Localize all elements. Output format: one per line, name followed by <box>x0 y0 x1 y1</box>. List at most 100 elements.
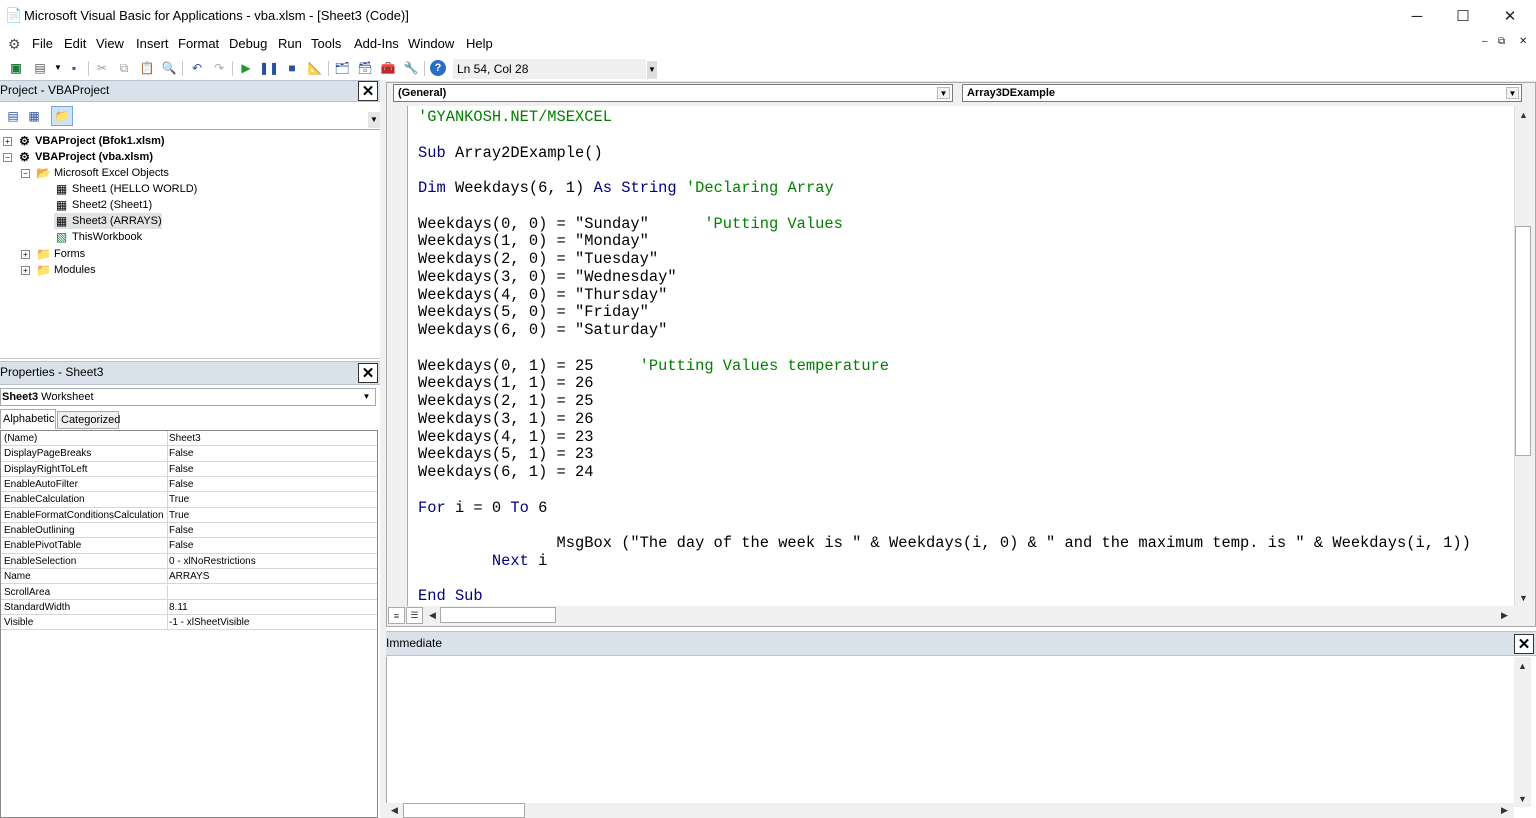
mdi-restore-button[interactable]: ⧉ <box>1498 36 1505 47</box>
property-value[interactable]: False <box>169 523 193 538</box>
property-value[interactable]: ARRAYS <box>169 569 209 584</box>
immediate-vertical-scrollbar[interactable]: ▲ ▼ <box>1514 657 1531 807</box>
tab-categorized[interactable]: Categorized <box>57 411 120 429</box>
scroll-right-icon[interactable]: ▶ <box>1496 607 1513 624</box>
view-object-icon[interactable]: ▦ <box>26 108 42 124</box>
scroll-down-icon[interactable]: ▼ <box>1514 790 1531 807</box>
menu-insert[interactable]: Insert <box>136 36 169 51</box>
tree-expander[interactable]: + <box>21 250 30 259</box>
property-value[interactable]: True <box>169 492 189 507</box>
property-row[interactable]: EnableCalculation True <box>1 492 377 508</box>
mdi-close-button[interactable]: ✕ <box>1519 36 1527 47</box>
property-value[interactable]: -1 - xlSheetVisible <box>169 615 249 630</box>
immediate-input[interactable] <box>386 657 1514 803</box>
tree-item-sheet1[interactable]: ▦ Sheet1 (HELLO WORLD) <box>54 181 198 197</box>
property-row[interactable]: EnableSelection 0 - xlNoRestrictions <box>1 553 377 570</box>
tree-item-vbaproject-bfok1[interactable]: ⚙ VBAProject (Bfok1.xlsm) <box>17 133 164 149</box>
cut-icon[interactable]: ✂ <box>94 60 110 76</box>
immediate-horizontal-scrollbar[interactable]: ◀ ▶ <box>386 803 1514 818</box>
full-module-view-icon[interactable]: ☰ <box>406 607 423 624</box>
help-icon[interactable]: ? <box>430 60 446 76</box>
toolbar-options-icon[interactable]: ▼ <box>647 61 657 79</box>
tree-expander[interactable]: − <box>21 169 30 178</box>
mdi-minimize-button[interactable]: – <box>1482 36 1488 47</box>
property-value[interactable]: True <box>169 508 189 523</box>
scroll-thumb[interactable] <box>440 607 556 623</box>
toggle-folders-icon[interactable]: 📁 <box>51 106 73 126</box>
tree-item-sheet2[interactable]: ▦ Sheet2 (Sheet1) <box>54 197 152 213</box>
property-value[interactable]: False <box>169 538 193 553</box>
run-icon[interactable]: ▶ <box>238 60 254 76</box>
scroll-right-icon[interactable]: ▶ <box>1496 803 1513 818</box>
menu-format[interactable]: Format <box>178 36 219 51</box>
close-button[interactable]: ✕ <box>1487 0 1533 32</box>
tab-alphabetic[interactable]: Alphabetic <box>0 409 56 429</box>
code-editor[interactable]: 'GYANKOSH.NET/MSEXCEL Sub Array2DExample(… <box>408 106 1514 606</box>
procedure-view-icon[interactable]: ≡ <box>388 607 405 624</box>
property-value[interactable]: Sheet3 <box>169 431 201 446</box>
scroll-down-icon[interactable]: ▼ <box>368 112 380 128</box>
redo-icon[interactable]: ↷ <box>211 60 227 76</box>
project-pane-close-icon[interactable]: ✕ <box>358 81 378 101</box>
menu-debug[interactable]: Debug <box>229 36 267 51</box>
code-vertical-scrollbar[interactable]: ▲ ▼ <box>1514 106 1531 606</box>
property-row[interactable]: StandardWidth 8.11 <box>1 599 377 616</box>
view-excel-icon[interactable]: ▣ <box>8 60 24 76</box>
design-mode-icon[interactable]: 📐 <box>307 60 323 76</box>
scroll-thumb[interactable] <box>1515 226 1531 456</box>
menu-edit[interactable]: Edit <box>64 36 86 51</box>
project-explorer-icon[interactable]: 🗂 <box>334 60 350 76</box>
properties-pane-close-icon[interactable]: ✕ <box>358 363 378 383</box>
scroll-left-icon[interactable]: ◀ <box>424 607 441 624</box>
tree-item-thisworkbook[interactable]: ▧ ThisWorkbook <box>54 229 142 245</box>
view-code-icon[interactable]: ▤ <box>5 108 21 124</box>
property-row[interactable]: ScrollArea <box>1 584 377 600</box>
insert-dropdown-icon[interactable]: ▼ <box>50 60 66 76</box>
property-value[interactable]: False <box>169 446 193 461</box>
property-row[interactable]: Visible -1 - xlSheetVisible <box>1 615 377 631</box>
property-row[interactable]: DisplayPageBreaks False <box>1 446 377 462</box>
tree-expander[interactable]: + <box>3 137 12 146</box>
object-browser-icon[interactable]: 🧰 <box>380 60 396 76</box>
property-row[interactable]: EnablePivotTable False <box>1 538 377 554</box>
maximize-button[interactable]: ☐ <box>1440 0 1486 32</box>
properties-window-icon[interactable]: 🗃 <box>357 60 373 76</box>
menu-help[interactable]: Help <box>466 36 493 51</box>
property-value[interactable]: False <box>169 462 193 477</box>
menu-run[interactable]: Run <box>278 36 302 51</box>
scroll-down-icon[interactable]: ▼ <box>1515 589 1532 606</box>
property-row[interactable]: (Name) Sheet3 <box>1 431 377 447</box>
tree-item-vbaproject-vba[interactable]: ⚙ VBAProject (vba.xlsm) <box>17 149 153 165</box>
menu-view[interactable]: View <box>96 36 124 51</box>
save-icon[interactable]: ▪ <box>66 60 82 76</box>
menu-window[interactable]: Window <box>408 36 454 51</box>
menu-file[interactable]: File <box>32 36 53 51</box>
undo-icon[interactable]: ↶ <box>189 60 205 76</box>
toolbox-icon[interactable]: 🔧 <box>403 60 419 76</box>
excel-icon[interactable]: ⚙ <box>8 36 25 52</box>
reset-icon[interactable]: ■ <box>284 60 300 76</box>
paste-icon[interactable]: 📋 <box>139 60 155 76</box>
property-row[interactable]: EnableAutoFilter False <box>1 477 377 493</box>
procedure-combo[interactable]: Array3DExample ▼ <box>962 84 1522 102</box>
tree-expander[interactable]: + <box>21 266 30 275</box>
menu-tools[interactable]: Tools <box>311 36 341 51</box>
minimize-button[interactable]: ─ <box>1394 0 1440 32</box>
property-value[interactable]: 0 - xlNoRestrictions <box>169 554 256 569</box>
copy-icon[interactable]: ⧉ <box>116 60 132 76</box>
property-row[interactable]: Name ARRAYS <box>1 569 377 585</box>
tree-item-excel-objects[interactable]: 📂 Microsoft Excel Objects <box>36 165 169 181</box>
object-combo[interactable]: (General) ▼ <box>393 84 953 102</box>
tree-expander[interactable]: − <box>3 153 12 162</box>
chevron-down-icon[interactable]: ▼ <box>360 391 373 403</box>
property-value[interactable]: False <box>169 477 193 492</box>
property-value[interactable]: 8.11 <box>169 600 188 615</box>
property-row[interactable]: EnableOutlining False <box>1 523 377 539</box>
menu-addins[interactable]: Add-Ins <box>354 36 399 51</box>
immediate-close-icon[interactable]: ✕ <box>1514 634 1534 654</box>
tree-item-modules[interactable]: 📁 Modules <box>36 262 96 278</box>
property-row[interactable]: DisplayRightToLeft False <box>1 461 377 477</box>
scroll-up-icon[interactable]: ▲ <box>1515 106 1532 123</box>
property-row[interactable]: EnableFormatConditionsCalculation True <box>1 507 377 524</box>
break-icon[interactable]: ❚❚ <box>259 60 279 76</box>
